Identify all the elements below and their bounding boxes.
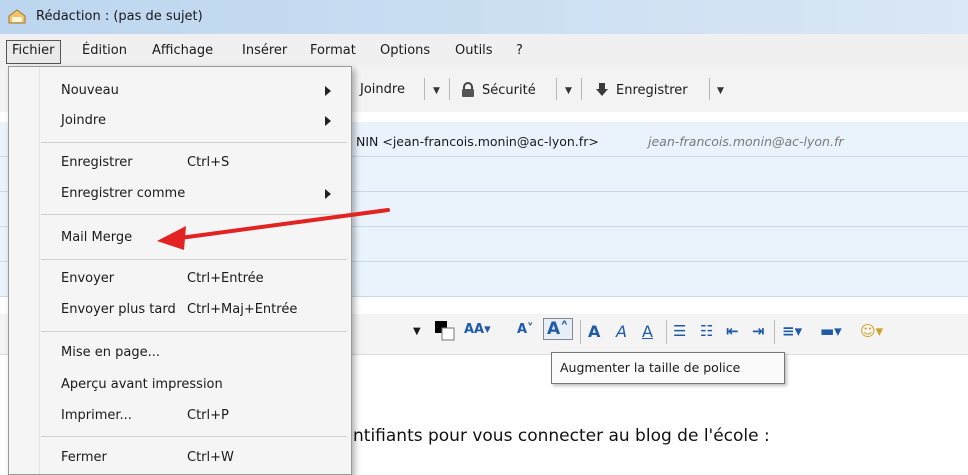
save-button[interactable]: Enregistrer <box>594 82 688 98</box>
menu-edition[interactable]: Édition <box>82 43 127 58</box>
menu-item-mail-merge[interactable]: Mail Merge <box>9 224 351 252</box>
menu-options[interactable]: Options <box>380 43 430 58</box>
bold-icon[interactable]: A <box>588 322 600 341</box>
tooltip: Augmenter la taille de police <box>551 352 785 384</box>
insert-menu-icon[interactable]: ▬▾ <box>820 322 842 340</box>
menu-outils[interactable]: Outils <box>455 43 493 58</box>
smiley-icon[interactable]: ☺▾ <box>860 322 883 340</box>
save-label: Enregistrer <box>616 82 688 98</box>
menu-item-joindre[interactable]: Joindre <box>9 107 351 135</box>
menu-bar: Fichier Édition Affichage Insérer Format… <box>0 34 968 67</box>
menu-item-label: Enregistrer comme <box>61 186 186 201</box>
indent-icon[interactable]: ⇥ <box>752 322 765 340</box>
tooltip-text: Augmenter la taille de police <box>560 360 741 375</box>
increase-font-size-icon[interactable]: A˄ <box>543 318 573 340</box>
numbered-list-icon[interactable]: ☷ <box>700 322 713 340</box>
menu-inserer[interactable]: Insérer <box>242 43 287 58</box>
toolbar-separator <box>424 78 425 100</box>
message-body-text: ntifiants pour vous connecter au blog de… <box>353 426 770 446</box>
menu-item-mise-en-page[interactable]: Mise en page... <box>9 339 351 367</box>
title-bar: Rédaction : (pas de sujet) <box>0 0 968 34</box>
security-label: Sécurité <box>482 82 536 98</box>
lock-icon <box>462 82 474 97</box>
attach-button[interactable]: Joindre <box>360 82 405 97</box>
menu-item-label: Enregistrer <box>61 155 133 170</box>
security-dropdown-icon[interactable]: ▼ <box>565 86 572 96</box>
menu-item-imprimer[interactable]: Imprimer... Ctrl+P <box>9 402 351 430</box>
menu-item-envoyer-plus-tard[interactable]: Envoyer plus tard Ctrl+Maj+Entrée <box>9 296 351 324</box>
download-arrow-icon <box>596 83 608 96</box>
menu-item-fermer[interactable]: Fermer Ctrl+W <box>9 444 351 472</box>
menu-item-label: Fermer <box>61 450 107 465</box>
menu-item-nouveau[interactable]: Nouveau <box>9 77 351 105</box>
menu-item-enregistrer[interactable]: Enregistrer Ctrl+S <box>9 149 351 177</box>
text-color-icon[interactable] <box>434 320 458 346</box>
underline-icon[interactable]: A <box>642 322 653 341</box>
file-menu: Nouveau Joindre Enregistrer Ctrl+S Enreg… <box>8 66 352 475</box>
menu-help[interactable]: ? <box>516 43 523 58</box>
submenu-arrow-icon <box>325 189 331 199</box>
submenu-arrow-icon <box>325 116 331 126</box>
menu-item-label: Envoyer plus tard <box>61 302 176 317</box>
menu-item-label: Nouveau <box>61 83 119 98</box>
menu-item-shortcut: Ctrl+Maj+Entrée <box>187 302 298 317</box>
menu-item-shortcut: Ctrl+P <box>187 408 229 423</box>
toolbar-separator <box>581 78 582 100</box>
menu-affichage[interactable]: Affichage <box>152 43 213 58</box>
from-address: NIN <jean-francois.monin@ac-lyon.fr> <box>356 134 599 149</box>
smaller-font-icon[interactable]: AA▾ <box>464 322 491 337</box>
toolbar-separator <box>709 78 710 100</box>
format-separator <box>774 320 775 344</box>
menu-item-shortcut: Ctrl+Entrée <box>187 271 264 286</box>
menu-separator <box>41 142 347 143</box>
menu-item-label: Mail Merge <box>61 230 133 245</box>
menu-separator <box>41 259 347 260</box>
window-title: Rédaction : (pas de sujet) <box>36 9 203 24</box>
align-menu-icon[interactable]: ≡▾ <box>782 322 802 340</box>
menu-item-apercu[interactable]: Aperçu avant impression <box>9 371 351 399</box>
menu-item-label: Joindre <box>61 113 106 128</box>
menu-item-envoyer[interactable]: Envoyer Ctrl+Entrée <box>9 265 351 293</box>
attach-label: Joindre <box>360 82 405 97</box>
menu-separator <box>41 436 347 437</box>
menu-item-enregistrer-comme[interactable]: Enregistrer comme <box>9 180 351 208</box>
format-separator <box>666 320 667 344</box>
toolbar-separator <box>556 78 557 100</box>
font-dropdown-icon[interactable]: ▼ <box>413 326 421 337</box>
menu-separator <box>41 331 347 332</box>
menu-item-label: Envoyer <box>61 271 115 286</box>
menu-item-shortcut: Ctrl+W <box>187 450 234 465</box>
menu-separator <box>41 214 347 215</box>
menu-item-label: Imprimer... <box>61 408 132 423</box>
from-identity: jean-francois.monin@ac-lyon.fr <box>648 134 844 149</box>
compose-window-icon <box>8 9 26 24</box>
italic-icon[interactable]: A <box>616 322 627 341</box>
save-dropdown-icon[interactable]: ▼ <box>717 86 724 96</box>
toolbar-separator <box>449 78 450 100</box>
attach-dropdown-icon[interactable]: ▼ <box>433 86 440 96</box>
bullet-list-icon[interactable]: ☰ <box>673 322 686 340</box>
security-button[interactable]: Sécurité <box>460 82 536 98</box>
decrease-font-size-icon[interactable]: A˅ <box>517 322 534 337</box>
menu-format[interactable]: Format <box>310 43 356 58</box>
menu-item-label: Mise en page... <box>61 345 160 360</box>
menu-fichier[interactable]: Fichier <box>6 40 61 64</box>
submenu-arrow-icon <box>325 86 331 96</box>
menu-item-shortcut: Ctrl+S <box>187 155 230 170</box>
menu-item-label: Aperçu avant impression <box>61 377 223 392</box>
format-separator <box>580 320 581 344</box>
outdent-icon[interactable]: ⇤ <box>726 322 739 340</box>
